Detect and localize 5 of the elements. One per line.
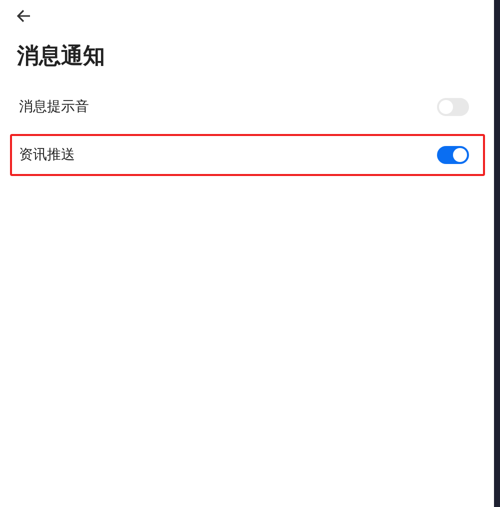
page-title: 消息通知 (17, 43, 106, 71)
back-arrow-icon[interactable] (16, 8, 32, 24)
setting-label: 消息提示音 (19, 98, 89, 116)
setting-label: 资讯推送 (19, 146, 75, 164)
toggle-switch[interactable] (437, 146, 469, 164)
